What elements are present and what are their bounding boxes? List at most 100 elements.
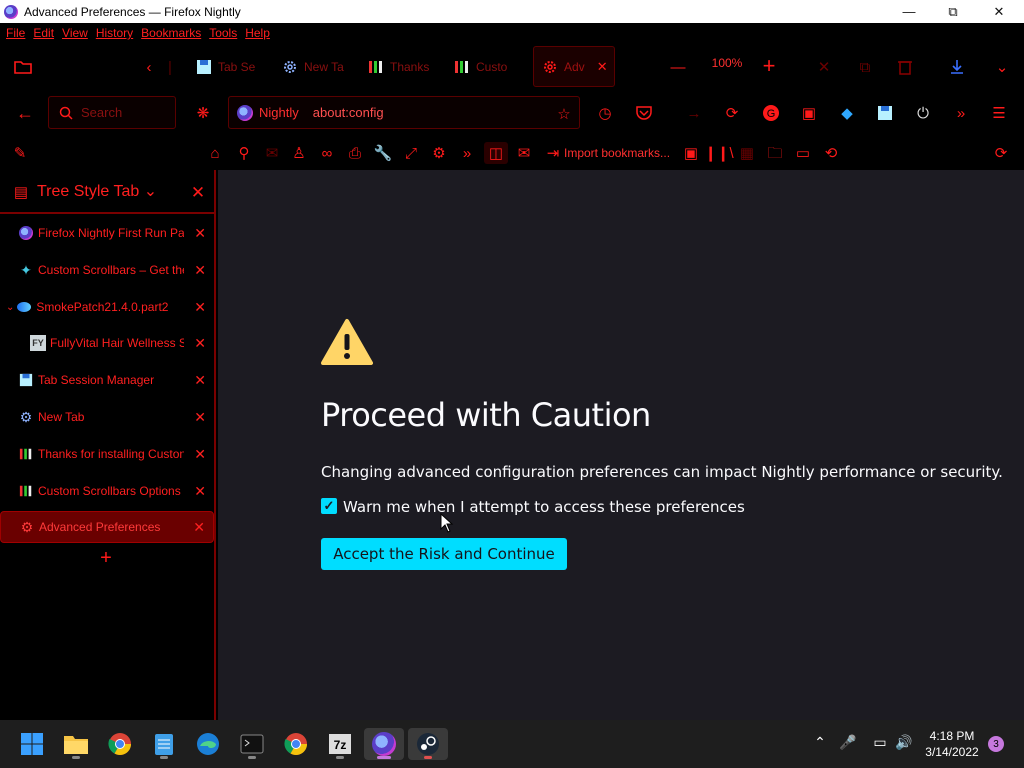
tab-new-tab[interactable]: New Ta bbox=[282, 46, 348, 87]
accept-risk-button[interactable]: Accept the Risk and Continue bbox=[321, 538, 567, 570]
sidebar-tab-new-tab[interactable]: ⚙ New Tab ✕ bbox=[0, 402, 214, 432]
tab-outline-icon[interactable]: ▭ bbox=[793, 144, 813, 162]
restore-history-icon[interactable]: ⟲ bbox=[821, 144, 841, 162]
notification-badge[interactable]: 3 bbox=[988, 736, 1004, 752]
settings-gear-icon[interactable]: ⚙ bbox=[429, 144, 449, 162]
close-window-button[interactable]: ✕ bbox=[976, 0, 1022, 23]
mail-icon[interactable]: ✉ bbox=[262, 144, 282, 162]
close-tab-icon[interactable]: ✕ bbox=[194, 225, 206, 242]
grammarly-icon[interactable]: G bbox=[761, 103, 781, 123]
sidebar-tab-smokepatch[interactable]: ⌄ SmokePatch21.4.0.part2 ✕ bbox=[0, 292, 214, 322]
microphone-icon[interactable]: 🎤 bbox=[838, 734, 858, 751]
extension-puzzle-icon[interactable]: ❋ bbox=[193, 103, 213, 123]
file-explorer-icon[interactable] bbox=[56, 728, 96, 760]
menu-help[interactable]: Help bbox=[245, 26, 270, 40]
close-tab-icon[interactable]: ✕ bbox=[194, 262, 206, 279]
reload-icon[interactable]: ⟳ bbox=[722, 103, 742, 123]
import-icon[interactable]: ⇥ bbox=[544, 144, 562, 162]
menu-edit[interactable]: Edit bbox=[33, 26, 54, 40]
sidebar-title[interactable]: Tree Style Tab ⌄ bbox=[37, 181, 157, 201]
chrome-icon[interactable] bbox=[100, 728, 140, 760]
7zip-icon[interactable]: 7z bbox=[320, 728, 360, 760]
hamburger-menu-icon[interactable]: ☰ bbox=[989, 103, 1009, 123]
wrench-icon[interactable]: 🔧 bbox=[373, 144, 393, 162]
tab-custom-scrollbars[interactable]: Custo bbox=[454, 46, 520, 87]
overflow-chevrons-icon[interactable]: » bbox=[951, 103, 971, 123]
sidebar-tab-custom-scrollbars[interactable]: ✦ Custom Scrollbars – Get the ✕ bbox=[0, 255, 214, 285]
terminal-icon[interactable] bbox=[232, 728, 272, 760]
sidebar-tab-session-manager[interactable]: Tab Session Manager ✕ bbox=[0, 365, 214, 395]
network-icon[interactable]: ▭ bbox=[870, 734, 890, 751]
minimize-button[interactable]: — bbox=[886, 0, 932, 23]
forward-arrow-icon[interactable]: → bbox=[684, 103, 704, 123]
screenshot-icon[interactable]: ▦ bbox=[737, 144, 757, 162]
home-icon[interactable]: ⌂ bbox=[205, 144, 225, 162]
restore-button[interactable]: ⧉ bbox=[930, 0, 976, 23]
close-tab-icon[interactable]: ✕ bbox=[194, 409, 206, 426]
menu-file[interactable]: File bbox=[6, 26, 25, 40]
copy-icon[interactable]: ⧉ bbox=[855, 57, 875, 77]
close-tab-icon[interactable]: ✕ bbox=[194, 335, 206, 352]
email-icon[interactable]: ✉ bbox=[514, 144, 534, 162]
bookmark-star-icon[interactable]: ☆ bbox=[555, 105, 573, 123]
menu-view[interactable]: View bbox=[62, 26, 88, 40]
close-sidebar-icon[interactable]: ✕ bbox=[188, 182, 208, 202]
chrome-beta-icon[interactable] bbox=[276, 728, 316, 760]
tab-thanks[interactable]: Thanks bbox=[368, 46, 434, 87]
trash-icon[interactable] bbox=[895, 57, 915, 77]
history-clock-icon[interactable]: ◷ bbox=[595, 103, 615, 123]
print-icon[interactable]: ⎙ bbox=[345, 144, 365, 162]
save-floppy-icon[interactable] bbox=[875, 103, 895, 123]
warn-checkbox[interactable]: ✓ bbox=[321, 498, 337, 514]
close-x-icon[interactable]: ✕ bbox=[814, 57, 834, 77]
sidebar-tab-advanced-preferences[interactable]: ⚙ Advanced Preferences ✕ bbox=[0, 511, 214, 543]
url-text[interactable]: about:config bbox=[313, 105, 384, 120]
menu-history[interactable]: History bbox=[96, 26, 133, 40]
url-bar[interactable]: Nightly about:config ☆ bbox=[228, 96, 580, 129]
back-arrow-icon[interactable]: ← bbox=[14, 102, 36, 124]
sidebar-tab-scrollbars-options[interactable]: Custom Scrollbars Options ✕ bbox=[0, 476, 214, 506]
warn-checkbox-label[interactable]: Warn me when I attempt to access these p… bbox=[343, 498, 745, 516]
folder-plus-icon[interactable]: 🗀 bbox=[765, 144, 785, 162]
power-icon[interactable]: ⏻ bbox=[913, 103, 933, 123]
sidebar-toggle-icon[interactable]: ◫ bbox=[484, 142, 508, 164]
tray-expand-icon[interactable]: ⌃ bbox=[810, 734, 830, 751]
twisty-chevron-icon[interactable]: ⌄ bbox=[6, 302, 14, 313]
import-bookmarks-link[interactable]: Import bookmarks... bbox=[564, 145, 670, 161]
notepad-icon[interactable] bbox=[144, 728, 184, 760]
search-icon[interactable]: ⚲ bbox=[234, 144, 254, 162]
close-tab-icon[interactable]: ✕ bbox=[597, 59, 608, 75]
library-icon[interactable]: ❙❙\ bbox=[704, 144, 733, 162]
extension-square-icon[interactable]: ▣ bbox=[799, 103, 819, 123]
menu-bookmarks[interactable]: Bookmarks bbox=[141, 26, 201, 40]
windows-start-icon[interactable] bbox=[12, 728, 52, 760]
zoom-level[interactable]: 100% bbox=[705, 55, 749, 71]
sidebar-tab-firefox-first-run[interactable]: Firefox Nightly First Run Pa ✕ bbox=[0, 218, 214, 248]
new-tab-plus-icon[interactable]: + bbox=[96, 548, 116, 568]
download-icon[interactable] bbox=[946, 56, 968, 78]
firefox-nightly-icon[interactable] bbox=[364, 728, 404, 760]
fullscreen-icon[interactable]: ⤢ bbox=[401, 144, 421, 162]
tab-session-manager[interactable]: Tab Se bbox=[196, 46, 262, 87]
edge-icon[interactable] bbox=[188, 728, 228, 760]
scroll-left-icon[interactable]: ‹ bbox=[140, 57, 158, 77]
person-icon[interactable]: ♙ bbox=[289, 144, 309, 162]
taskbar-clock[interactable]: 4:18 PM 3/14/2022 bbox=[920, 728, 984, 760]
sidebar-tab-thanks[interactable]: Thanks for installing Custon ✕ bbox=[0, 439, 214, 469]
close-tab-icon[interactable]: ✕ bbox=[194, 299, 206, 316]
search-box[interactable]: Search bbox=[48, 96, 176, 129]
new-note-icon[interactable]: ✎ bbox=[10, 144, 30, 162]
volume-icon[interactable]: 🔊 bbox=[894, 734, 914, 751]
mask-icon[interactable]: ∞ bbox=[317, 144, 337, 162]
zoom-out-icon[interactable]: — bbox=[668, 57, 688, 77]
close-tab-icon[interactable]: ✕ bbox=[194, 483, 206, 500]
menu-tools[interactable]: Tools bbox=[209, 26, 237, 40]
sidebar-tab-fullyvital[interactable]: FY FullyVital Hair Wellness S ✕ bbox=[0, 328, 214, 358]
chevron-down-icon[interactable]: ⌄ bbox=[992, 57, 1012, 77]
sync-icon[interactable]: ⟳ bbox=[991, 144, 1011, 162]
close-tab-icon[interactable]: ✕ bbox=[194, 446, 206, 463]
tab-advanced-preferences[interactable]: Adv ✕ bbox=[533, 46, 615, 87]
close-tab-icon[interactable]: ✕ bbox=[193, 519, 205, 536]
folder-icon[interactable] bbox=[12, 57, 34, 77]
overflow-chevrons-icon[interactable]: » bbox=[457, 144, 477, 162]
